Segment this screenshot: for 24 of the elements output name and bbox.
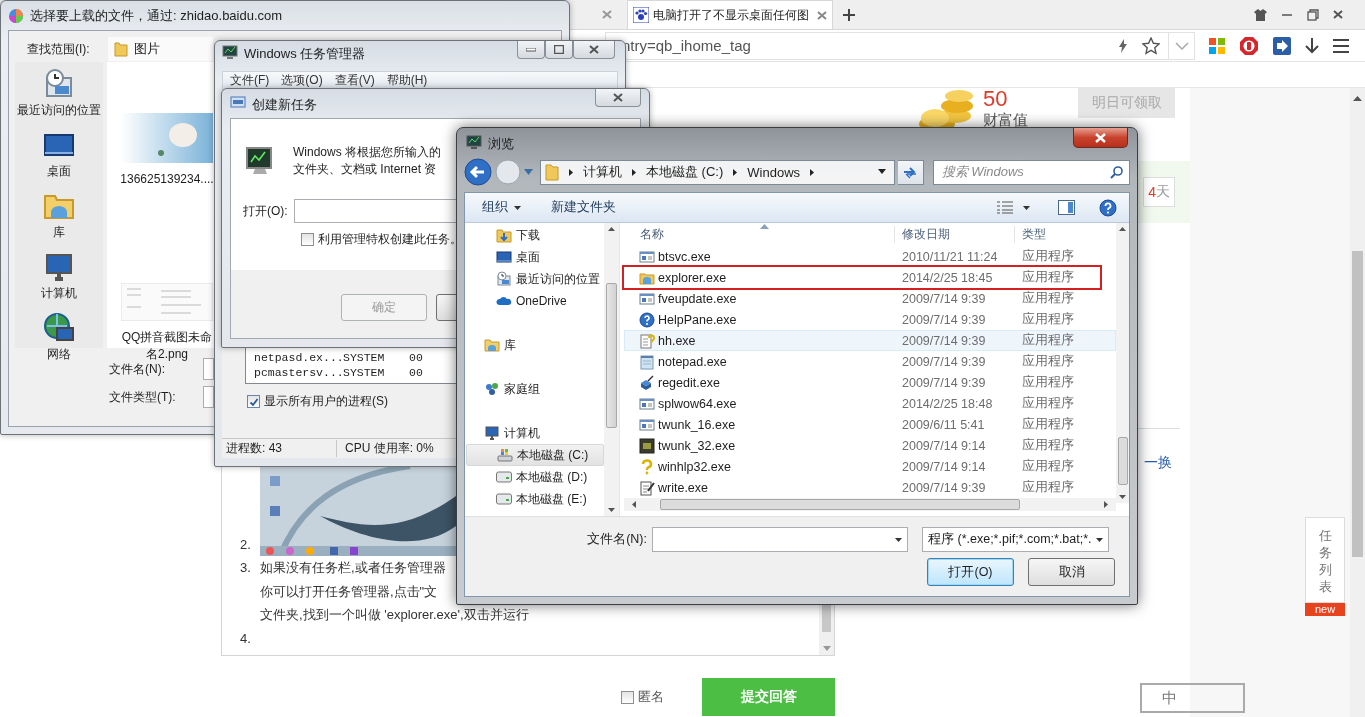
window-title: 创建新任务	[252, 96, 317, 114]
file-name-label: 文件名(N):	[586, 531, 648, 548]
answer-text: 如果没有任务栏,或者任务管理器 你可以打开任务管理器,点击"文 文件夹,找到一个叫做 'explorer.exe',双击并运行	[260, 559, 529, 624]
file-name-label: 文件名(N):	[109, 361, 166, 378]
seal-stamp: 中	[1140, 683, 1245, 713]
window-title: 选择要上载的文件，通过: zhidao.baidu.com	[30, 6, 283, 25]
file-type-label: 文件类型(T):	[109, 388, 177, 406]
open-label: 打开(O):	[243, 202, 289, 220]
wealth-label: 财富值	[983, 112, 1028, 127]
show-all-processes-label: 显示所有用户的进程(S)	[264, 393, 388, 410]
window-title: 浏览	[488, 135, 514, 153]
admin-privilege-label: 利用管理特权创建此任务。	[318, 231, 462, 248]
list-marker: 2.	[240, 535, 252, 554]
status-text: 进程数: 43	[225, 440, 283, 457]
new-badge: new	[1305, 603, 1345, 616]
window-title: Windows 任务管理器	[244, 45, 366, 63]
dialog-description: Windows 将根据您所输入的 文件夹、文档或 Internet 资	[293, 144, 441, 178]
look-in-label: 查找范围(I):	[26, 40, 91, 58]
anonymous-label: 匿名	[638, 688, 664, 706]
list-marker: 4.	[240, 629, 252, 648]
wealth-value: 50	[983, 88, 1009, 110]
status-text: CPU 使用率: 0%	[336, 440, 438, 457]
task-reminder: 4天	[1143, 177, 1175, 207]
list-marker: 3.	[240, 559, 252, 577]
